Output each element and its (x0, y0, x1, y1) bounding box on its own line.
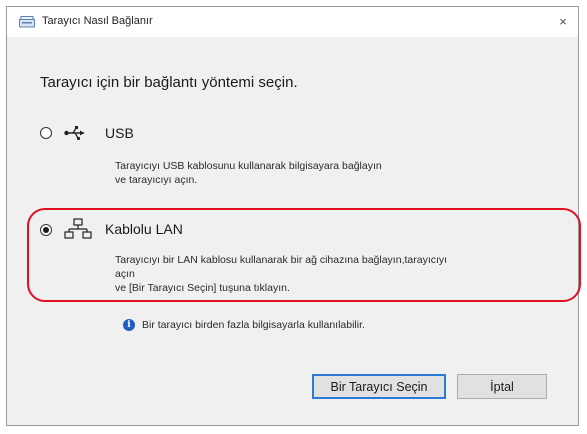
wired-lan-radio[interactable] (40, 224, 52, 236)
wired-lan-description-line: Tarayıcıyı bir LAN kablosu kullanarak bi… (115, 254, 448, 266)
close-button[interactable]: × (552, 10, 574, 32)
usb-option-label[interactable]: USB (105, 125, 134, 141)
page-title: Tarayıcı için bir bağlantı yöntemi seçin… (40, 74, 298, 91)
info-text: Bir tarayıcı birden fazla bilgisayarla k… (142, 319, 365, 331)
scanner-icon (19, 16, 35, 28)
cancel-button[interactable]: İptal (457, 374, 547, 399)
select-scanner-button[interactable]: Bir Tarayıcı Seçin (312, 374, 446, 399)
network-icon (64, 218, 92, 239)
usb-description: Tarayıcıyı USB kablosunu kullanarak bilg… (115, 159, 382, 187)
wired-lan-description-line: ve [Bir Tarayıcı Seçin] tuşuna tıklayın. (115, 282, 290, 294)
wired-lan-description: Tarayıcıyı bir LAN kablosu kullanarak bi… (115, 253, 560, 295)
usb-icon (64, 126, 84, 141)
wired-lan-option-label[interactable]: Kablolu LAN (105, 221, 183, 237)
wired-lan-description-line: açın (115, 268, 135, 280)
info-icon: i (123, 319, 135, 331)
close-icon: × (559, 13, 567, 29)
title-bar: Tarayıcı Nasıl Bağlanır × (7, 7, 578, 37)
usb-radio[interactable] (40, 127, 52, 139)
usb-description-line: Tarayıcıyı USB kablosunu kullanarak bilg… (115, 160, 382, 172)
usb-description-line: ve tarayıcıyı açın. (115, 174, 198, 186)
window-title: Tarayıcı Nasıl Bağlanır (42, 15, 153, 27)
dialog-window: Tarayıcı Nasıl Bağlanır × Tarayıcı için … (6, 6, 579, 426)
